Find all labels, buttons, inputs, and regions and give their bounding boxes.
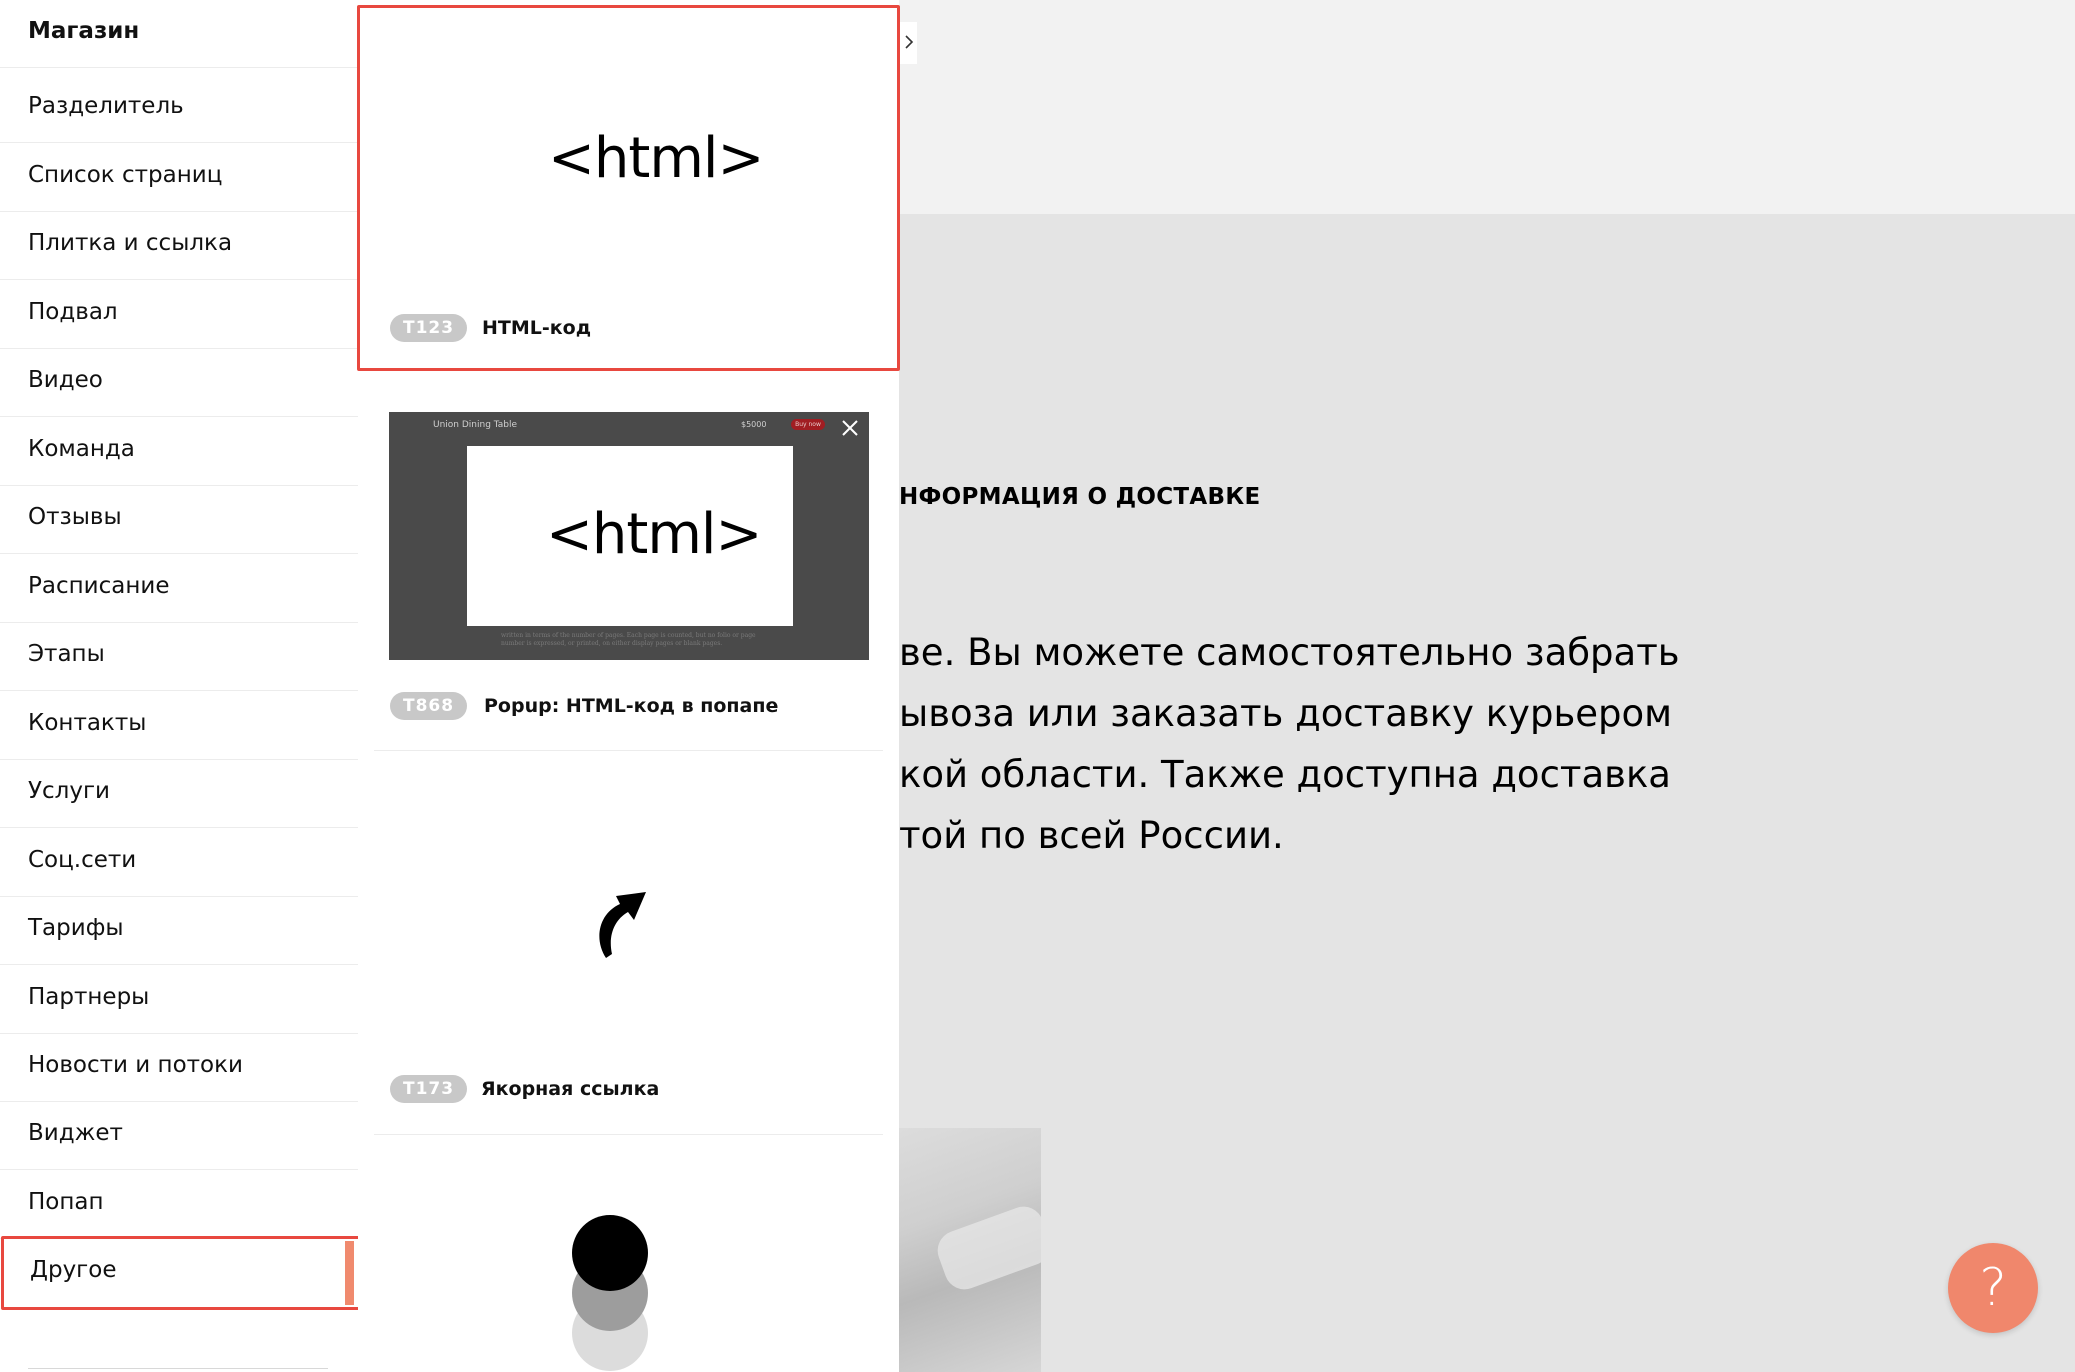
category-item-other[interactable]: Другое xyxy=(1,1236,361,1310)
curved-arrow-icon xyxy=(599,892,646,958)
category-label: Видео xyxy=(28,367,103,393)
category-label: Подвал xyxy=(28,299,118,325)
category-label: Контакты xyxy=(28,710,147,736)
preview-header-text: Union Dining Table xyxy=(433,420,518,430)
category-item-video[interactable]: Видео xyxy=(0,349,358,417)
block-card-next[interactable] xyxy=(374,1135,883,1372)
category-label: Магазин xyxy=(28,18,140,44)
category-item-team[interactable]: Команда xyxy=(0,418,358,486)
category-label: Отзывы xyxy=(28,504,122,530)
preview-footnote: written in terms of the number of pages.… xyxy=(501,632,756,647)
block-title: Popup: HTML-код в попапе xyxy=(484,695,779,717)
block-code-badge: T868 xyxy=(390,692,468,720)
category-label: Плитка и ссылка xyxy=(28,230,233,256)
fading-circles-icon xyxy=(572,1215,648,1371)
selected-block-outline xyxy=(357,5,900,371)
category-label: Новости и потоки xyxy=(28,1052,243,1078)
category-label: Этапы xyxy=(28,641,105,667)
block-card-t173[interactable]: T173 Якорная ссылка xyxy=(374,751,883,1135)
category-item-page-list[interactable]: Список страниц xyxy=(0,144,358,212)
category-label: Партнеры xyxy=(28,984,150,1010)
block-category-sidebar: Магазин Разделитель Список страниц Плитк… xyxy=(0,0,359,1372)
category-item-news[interactable]: Новости и потоки xyxy=(0,1034,358,1102)
delivery-text: ве. Вы можете самостоятельно забрать ыво… xyxy=(899,622,1719,866)
popup-preview-image: Union Dining Table $5000 Buy now <html> … xyxy=(389,412,869,660)
category-item-tile-and-link[interactable]: Плитка и ссылка xyxy=(0,212,358,280)
sidebar-collapse-tab[interactable] xyxy=(899,22,917,64)
category-item-services[interactable]: Услуги xyxy=(0,760,358,828)
category-label: Тарифы xyxy=(28,915,124,941)
delivery-text-line: той по всей России. xyxy=(899,814,1284,857)
content-photo xyxy=(899,1128,1041,1372)
category-label: Услуги xyxy=(28,778,111,804)
category-item-steps[interactable]: Этапы xyxy=(0,623,358,691)
help-button[interactable]: ? xyxy=(1948,1243,2038,1333)
category-item-divider[interactable]: Разделитель xyxy=(0,75,358,143)
block-code-badge: T173 xyxy=(390,1075,468,1103)
category-item-pricing[interactable]: Тарифы xyxy=(0,897,358,965)
preview-buy-button: Buy now xyxy=(791,419,825,430)
category-label: Команда xyxy=(28,436,135,462)
category-label: Разделитель xyxy=(28,93,184,119)
category-item-widget[interactable]: Виджет xyxy=(0,1102,358,1170)
category-item-popup[interactable]: Попап xyxy=(0,1171,358,1239)
category-item-reviews[interactable]: Отзывы xyxy=(0,486,358,554)
category-item-shop[interactable]: Магазин xyxy=(0,0,358,68)
category-label: Расписание xyxy=(28,573,170,599)
divider xyxy=(28,1368,328,1369)
category-label: Другое xyxy=(30,1257,117,1283)
block-title: Якорная ссылка xyxy=(481,1078,660,1100)
delivery-text-line: ве. Вы можете самостоятельно забрать xyxy=(899,631,1680,674)
category-label: Виджет xyxy=(28,1120,123,1146)
category-item-footer[interactable]: Подвал xyxy=(0,281,358,349)
category-label: Попап xyxy=(28,1189,104,1215)
selected-indicator xyxy=(345,1241,354,1305)
delivery-text-line: кой области. Также доступна доставка xyxy=(899,753,1671,796)
popup-preview-window: <html> xyxy=(467,446,793,626)
category-item-partners[interactable]: Партнеры xyxy=(0,966,358,1034)
category-item-schedule[interactable]: Расписание xyxy=(0,555,358,623)
category-item-contacts[interactable]: Контакты xyxy=(0,692,358,760)
delivery-heading: НФОРМАЦИЯ О ДОСТАВКЕ xyxy=(899,484,1261,510)
delivery-text-line: ывоза или заказать доставку курьером xyxy=(899,692,1673,735)
category-item-social[interactable]: Соц.сети xyxy=(0,829,358,897)
preview-price-text: $5000 xyxy=(741,420,767,429)
chevron-right-icon xyxy=(905,35,914,49)
close-icon xyxy=(842,420,858,436)
html-preview-text: <html> xyxy=(546,502,762,567)
category-label: Соц.сети xyxy=(28,847,137,873)
category-label: Список страниц xyxy=(28,162,223,188)
